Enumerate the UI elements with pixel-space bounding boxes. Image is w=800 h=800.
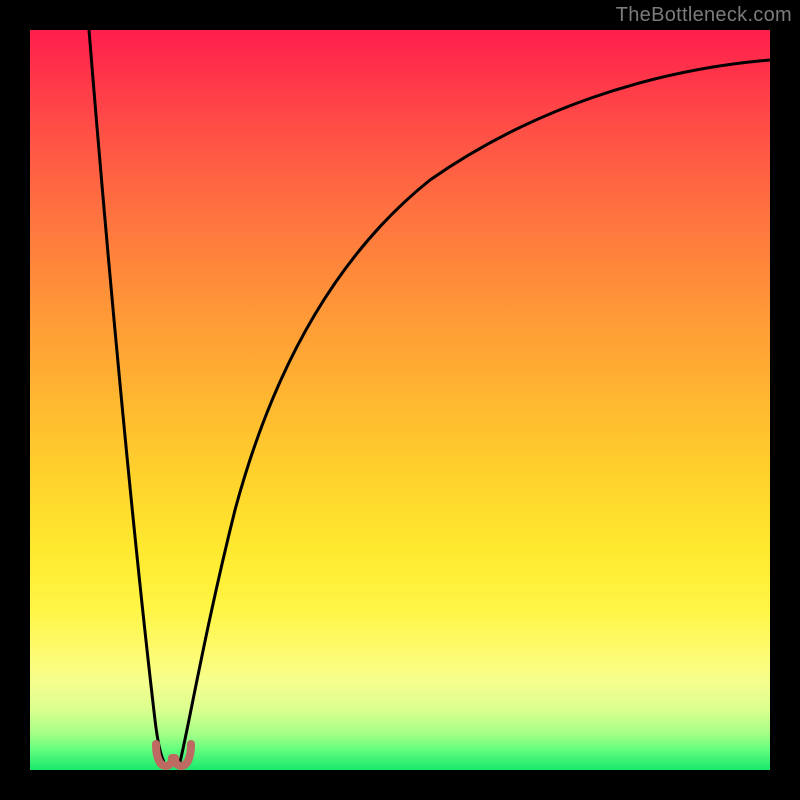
chart-frame: TheBottleneck.com xyxy=(0,0,800,800)
curve-left-branch xyxy=(89,30,164,762)
watermark-label: TheBottleneck.com xyxy=(616,4,792,27)
curve-right-branch xyxy=(180,60,770,762)
curve-layer xyxy=(30,30,770,770)
plot-area xyxy=(30,30,770,770)
